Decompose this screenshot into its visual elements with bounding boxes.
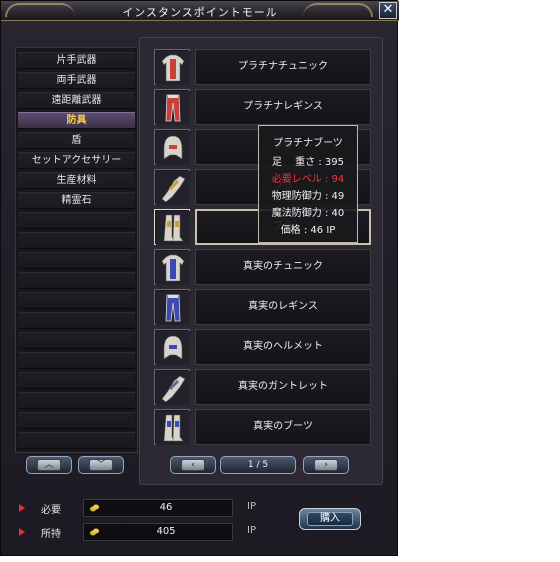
category-empty-slot [18, 372, 135, 389]
category-empty-slot [18, 212, 135, 229]
category-item[interactable]: 遠距離武器 [18, 92, 135, 109]
owned-points-field: 405 [83, 523, 233, 541]
bullet-arrow-icon [19, 504, 25, 512]
armor-tunic-icon[interactable] [154, 249, 190, 285]
item-list-panel: プラチナチュニックプラチナレギンスプラプラプラ真実のチュニック真実のレギンス真実… [139, 37, 383, 485]
buy-button[interactable]: 購入 [299, 508, 361, 530]
required-points-value: 46 [159, 502, 173, 513]
item-row[interactable]: 真実のガントレット [154, 369, 372, 405]
coin-icon [90, 528, 99, 536]
item-name-label[interactable]: 真実のレギンス [195, 289, 371, 325]
category-empty-slot [18, 232, 135, 249]
item-name-label[interactable]: 真実のヘルメット [195, 329, 371, 365]
category-item[interactable]: 生産材料 [18, 172, 135, 189]
prev-page-button[interactable]: ‹ [170, 456, 216, 474]
chevron-right-icon: › [314, 459, 338, 471]
armor-gauntlet-icon[interactable] [154, 169, 190, 205]
category-item[interactable]: 防具 [18, 112, 135, 129]
tooltip-physical-defense: 物理防御力 : 49 [271, 191, 345, 202]
item-row[interactable]: プラチナレギンス [154, 89, 372, 125]
required-label: 必要 [41, 505, 61, 516]
item-name-label[interactable]: プラチナチュニック [195, 49, 371, 85]
chevron-up-icon: ︿ [37, 459, 61, 471]
armor-boots-icon[interactable] [154, 209, 190, 245]
category-empty-slot [18, 312, 135, 329]
item-row[interactable]: プラチナチュニック [154, 49, 372, 85]
chevron-left-icon: ‹ [181, 459, 205, 471]
category-empty-slot [18, 432, 135, 449]
tooltip-item-name: プラチナブーツ [273, 138, 343, 149]
item-row[interactable]: 真実のレギンス [154, 289, 372, 325]
category-scroll-down-button[interactable]: ﹀ [78, 456, 124, 474]
coin-icon [90, 504, 99, 512]
armor-tunic-icon[interactable] [154, 49, 190, 85]
category-empty-slot [18, 332, 135, 349]
category-empty-slot [18, 252, 135, 269]
close-button[interactable]: ✕ [379, 2, 397, 19]
item-name-label[interactable]: プラチナレギンス [195, 89, 371, 125]
category-item[interactable]: 片手武器 [18, 52, 135, 69]
item-row[interactable]: 真実のブーツ [154, 409, 372, 445]
category-item[interactable]: 両手武器 [18, 72, 135, 89]
required-points-field: 46 [83, 499, 233, 517]
chevron-down-icon: ﹀ [89, 459, 113, 471]
category-empty-slot [18, 292, 135, 309]
window-title: インスタンスポイントモール [122, 6, 278, 19]
tooltip-price: 価格 : 46 IP [280, 225, 336, 236]
tooltip-magic-defense: 魔法防御力 : 40 [271, 208, 345, 219]
tooltip-required-level: 必要レベル : 94 [271, 174, 345, 185]
category-empty-slot [18, 272, 135, 289]
item-name-label[interactable]: 真実のブーツ [195, 409, 371, 445]
required-unit: IP [247, 501, 256, 512]
category-item[interactable]: 精霊石 [18, 192, 135, 209]
armor-helmet-icon[interactable] [154, 129, 190, 165]
category-empty-slot [18, 352, 135, 369]
armor-boots-icon[interactable] [154, 409, 190, 445]
required-points-row: 必要 46 IP [15, 499, 265, 517]
page-indicator: 1 / 5 [220, 456, 296, 474]
category-scroll-up-button[interactable]: ︿ [26, 456, 72, 474]
owned-points-row: 所持 405 IP [15, 523, 265, 541]
item-row[interactable]: 真実のチュニック [154, 249, 372, 285]
title-bar[interactable]: インスタンスポイントモール ✕ [1, 1, 399, 21]
armor-leggings-icon[interactable] [154, 89, 190, 125]
item-name-label[interactable]: 真実のチュニック [195, 249, 371, 285]
item-name-label[interactable]: 真実のガントレット [195, 369, 371, 405]
item-row[interactable]: 真実のヘルメット [154, 329, 372, 365]
category-item[interactable]: セットアクセサリー [18, 152, 135, 169]
next-page-button[interactable]: › [303, 456, 349, 474]
category-item[interactable]: 盾 [18, 132, 135, 149]
close-icon: ✕ [382, 2, 394, 17]
owned-unit: IP [247, 525, 256, 536]
instance-point-mall-window: インスタンスポイントモール ✕ 片手武器両手武器遠距離武器防具盾セットアクセサリ… [0, 0, 399, 556]
armor-helmet-icon[interactable] [154, 329, 190, 365]
category-empty-slot [18, 392, 135, 409]
owned-points-value: 405 [156, 526, 176, 537]
category-list: 片手武器両手武器遠距離武器防具盾セットアクセサリー 生産材料精霊石 [15, 47, 138, 453]
tooltip-slot-weight: 足 重さ : 395 [272, 157, 344, 168]
owned-label: 所持 [41, 529, 61, 540]
armor-gauntlet-icon[interactable] [154, 369, 190, 405]
bullet-arrow-icon [19, 528, 25, 536]
item-tooltip: プラチナブーツ 足 重さ : 395 必要レベル : 94 物理防御力 : 49… [258, 125, 358, 243]
buy-button-label: 購入 [307, 512, 353, 526]
category-empty-slot [18, 412, 135, 429]
armor-leggings-icon[interactable] [154, 289, 190, 325]
